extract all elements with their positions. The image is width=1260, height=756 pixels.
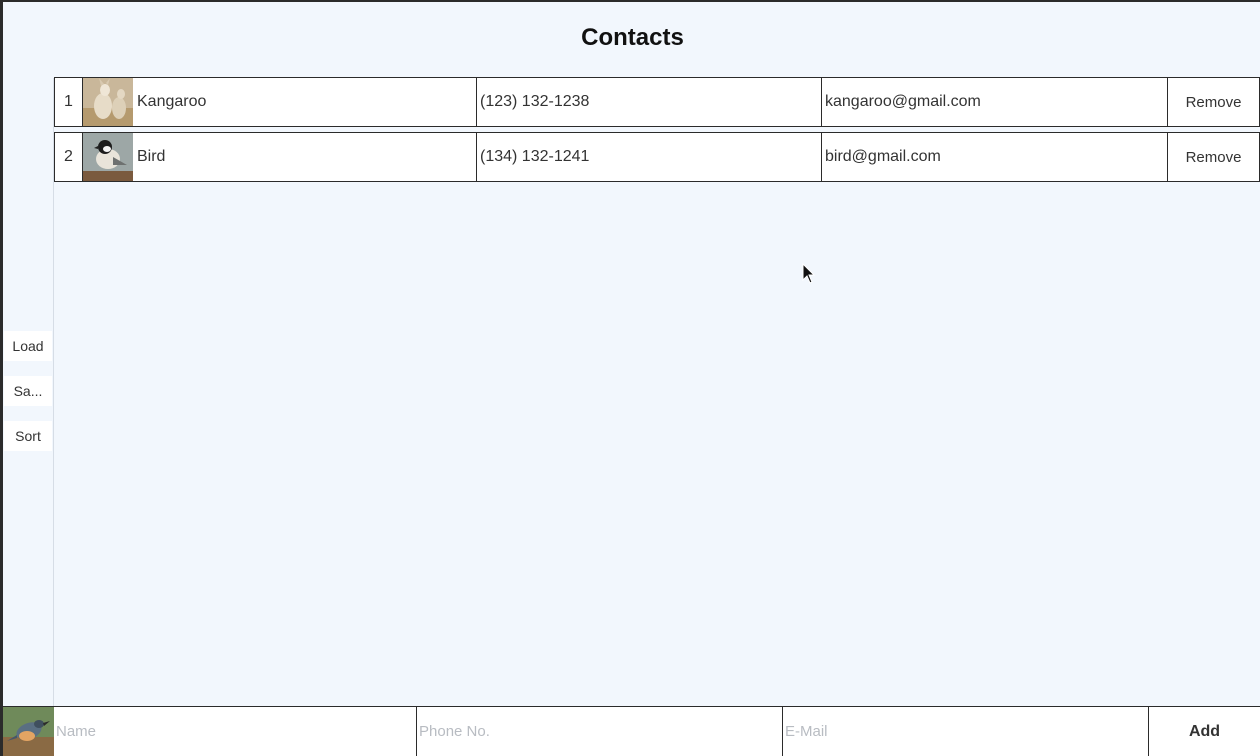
kangaroo-photo-icon: [83, 78, 133, 126]
contact-email: bird@gmail.com: [822, 133, 1168, 181]
add-button[interactable]: Add: [1149, 707, 1260, 756]
contact-index: 1: [55, 78, 83, 126]
page-title: Contacts: [581, 24, 684, 51]
bird-photo-icon: [3, 707, 54, 756]
contact-phone: (134) 132-1241: [477, 133, 822, 181]
remove-button[interactable]: Remove: [1168, 133, 1259, 181]
contact-name: Bird: [135, 133, 477, 181]
new-contact-photo[interactable]: [3, 707, 54, 756]
add-contact-bar: Add: [3, 706, 1260, 756]
contact-phone: (123) 132-1238: [477, 78, 822, 126]
contact-photo: [83, 133, 135, 181]
mouse-cursor-icon: [802, 263, 816, 284]
bird-photo-icon: [83, 133, 133, 181]
contact-row: 1 Kangaroo (123) 132-1238 kangaroo@gmail…: [54, 77, 1260, 127]
contact-row: 2 Bird (134) 132-1241 bird@gmail.com Rem…: [54, 132, 1260, 182]
phone-input[interactable]: [417, 707, 783, 756]
email-input[interactable]: [783, 707, 1149, 756]
contact-name: Kangaroo: [135, 78, 477, 126]
save-button[interactable]: Sa...: [4, 376, 52, 406]
contact-index: 2: [55, 133, 83, 181]
remove-button[interactable]: Remove: [1168, 78, 1259, 126]
contact-photo: [83, 78, 135, 126]
sort-button[interactable]: Sort: [4, 421, 52, 451]
load-button[interactable]: Load: [4, 331, 52, 361]
contact-email: kangaroo@gmail.com: [822, 78, 1168, 126]
name-input[interactable]: [54, 707, 417, 756]
